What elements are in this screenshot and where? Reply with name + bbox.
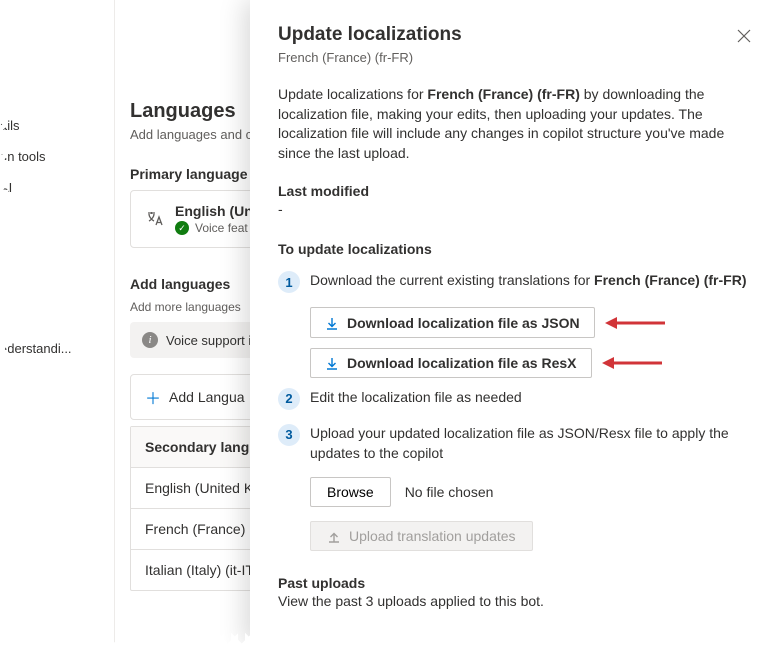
callout-arrow <box>605 316 665 330</box>
upload-translation-updates-button[interactable]: Upload translation updates <box>310 521 533 551</box>
download-icon <box>325 314 339 330</box>
plus-icon: ＋ <box>145 385 161 409</box>
sidebar-item[interactable]: on tools <box>0 141 114 172</box>
callout-arrow <box>602 356 662 370</box>
step-number: 1 <box>278 271 300 293</box>
step-number: 2 <box>278 388 300 410</box>
close-icon <box>737 29 751 43</box>
download-resx-label: Download localization file as ResX <box>347 355 577 371</box>
language-icon <box>145 209 165 229</box>
step-number: 3 <box>278 424 300 446</box>
flyout-description: Update localizations for French (France)… <box>278 85 756 163</box>
browse-button[interactable]: Browse <box>310 477 391 507</box>
update-localizations-flyout: Update localizations French (France) (fr… <box>250 0 784 645</box>
download-json-label: Download localization file as JSON <box>347 315 580 331</box>
file-status: No file chosen <box>405 484 494 500</box>
upload-icon <box>327 528 341 544</box>
download-icon <box>325 355 339 371</box>
check-icon: ✓ <box>175 221 189 235</box>
info-icon: i <box>142 332 158 348</box>
info-text: Voice support is <box>166 333 258 348</box>
steps-header: To update localizations <box>278 241 756 257</box>
past-uploads-sub: View the past 3 uploads applied to this … <box>278 593 756 609</box>
step-2: 2 Edit the localization file as needed <box>278 388 756 410</box>
voice-feature-label: Voice feat <box>195 221 248 235</box>
sidebar-item[interactable]: AI <box>0 172 114 203</box>
past-uploads-header: Past uploads <box>278 575 756 591</box>
add-language-button-label: Add Langua <box>169 389 245 405</box>
last-modified-label: Last modified <box>278 183 756 199</box>
sidebar-item[interactable]: ails <box>0 110 114 141</box>
flyout-title: Update localizations <box>278 24 462 46</box>
last-modified-value: - <box>278 201 756 217</box>
upload-button-label: Upload translation updates <box>349 528 516 544</box>
step-1: 1 Download the current existing translat… <box>278 271 756 293</box>
flyout-subtitle: French (France) (fr-FR) <box>278 50 756 65</box>
download-resx-button[interactable]: Download localization file as ResX <box>310 348 592 378</box>
step-3: 3 Upload your updated localization file … <box>278 424 756 463</box>
close-button[interactable] <box>732 24 756 48</box>
left-sidebar: ails on tools AI nderstandi... <box>0 0 115 645</box>
download-json-button[interactable]: Download localization file as JSON <box>310 307 595 337</box>
sidebar-item[interactable]: nderstandi... <box>0 333 114 364</box>
